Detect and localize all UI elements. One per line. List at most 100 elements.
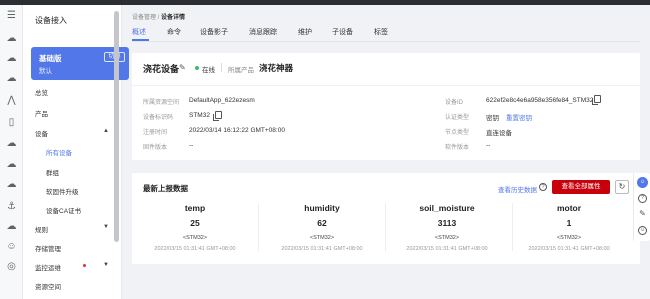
field-label: 固件版本 xyxy=(143,145,168,151)
cloud-icon[interactable]: ☁ xyxy=(6,53,17,64)
anchor-icon[interactable]: ⚓ xyxy=(6,201,17,212)
right-tool-rail: ☺ ? ✎ ☺ xyxy=(633,173,650,241)
view-all-properties-button[interactable]: 查看全部属性 xyxy=(552,180,610,194)
sidebar-item-overview[interactable]: 总览 xyxy=(35,87,48,97)
divider xyxy=(258,203,259,251)
tab-subdevice[interactable]: 子设备 xyxy=(332,27,353,37)
tab-overview[interactable]: 概述 xyxy=(132,27,146,37)
sidebar-item-groups[interactable]: 群组 xyxy=(46,167,59,177)
online-status-dot xyxy=(195,66,199,70)
property-value: 62 xyxy=(317,218,327,228)
chevron-down-icon[interactable]: ▼ xyxy=(103,262,109,268)
sidebar-item-resource-space[interactable]: 资源空间 xyxy=(35,281,61,291)
cloud-icon[interactable]: ☁ xyxy=(6,73,17,84)
sidebar-scrollbar[interactable] xyxy=(114,11,119,242)
cloud-icon[interactable]: ☁ xyxy=(6,138,17,149)
sidebar-item-device[interactable]: 设备 xyxy=(35,128,48,138)
edit-icon[interactable]: ✎ xyxy=(179,63,186,72)
property-value: 3113 xyxy=(437,218,457,228)
tab-tags[interactable]: 标签 xyxy=(374,27,388,37)
divider xyxy=(385,203,386,251)
edition-sub: 默认 xyxy=(39,68,52,75)
property-device: <STM32> xyxy=(556,235,582,241)
property-name: motor xyxy=(556,203,582,213)
field-label: 认证类型 xyxy=(445,115,470,121)
property-name: soil_moisture xyxy=(419,203,475,213)
sidebar: 设备接入 基础版 默认 切换 总览 产品 设备 ▲ 所有设备 群组 软固件升级 … xyxy=(23,5,129,299)
tab-trace[interactable]: 消息跟踪 xyxy=(249,27,277,37)
chevron-up-icon[interactable]: ▲ xyxy=(103,128,109,134)
field-label: 设备ID xyxy=(445,100,464,106)
property-device: <STM32> xyxy=(182,235,208,241)
property-time: 2022/03/15 01:31:41 GMT+08:00 xyxy=(281,246,363,252)
sidebar-item-storage[interactable]: 存储管理 xyxy=(35,243,61,253)
icon-rail: ☰ ☁ ☁ ☁ ⋀ ▯ ☁ ☁ ☁ ⚓ ☁ ☺ ◎ xyxy=(0,5,23,299)
property-value: 1 xyxy=(566,218,572,228)
cloud-icon[interactable]: ☁ xyxy=(6,179,17,190)
device-icon[interactable]: ▯ xyxy=(6,117,17,128)
property-value: 25 xyxy=(190,218,200,228)
auth-type-value: 密钥 xyxy=(486,115,499,122)
alarm-dot xyxy=(83,264,86,267)
tab-command[interactable]: 命令 xyxy=(167,27,181,37)
sidebar-item-rules[interactable]: 规则 xyxy=(35,224,48,234)
tab-divider xyxy=(132,41,640,42)
cloud-icon[interactable]: ☁ xyxy=(6,221,17,232)
cloud-icon[interactable]: ☁ xyxy=(6,33,17,44)
product-label: 所属产品 xyxy=(228,67,254,74)
sidebar-title: 设备接入 xyxy=(35,16,67,25)
sidebar-item-firmware[interactable]: 软固件升级 xyxy=(46,186,79,196)
chevron-down-icon[interactable]: ▼ xyxy=(103,224,109,230)
field-label: 注册时间 xyxy=(143,130,168,136)
breadcrumb-current: 设备详情 xyxy=(161,15,186,21)
face-icon[interactable]: ☺ xyxy=(6,241,17,252)
sidebar-item-all-devices[interactable]: 所有设备 xyxy=(46,147,72,157)
register-time-value: 2022/03/14 16:12:22 GMT+08:00 xyxy=(189,127,285,134)
resource-space-value: DefaultApp_622ezesm xyxy=(189,97,255,104)
property-device: <STM32> xyxy=(434,235,460,241)
node-id-value: STM32 xyxy=(189,112,210,119)
help-icon[interactable]: ? xyxy=(539,183,547,191)
node-type-value: 直连设备 xyxy=(486,130,512,137)
globe-icon[interactable]: ◎ xyxy=(6,261,17,272)
section-title: 最新上报数据 xyxy=(143,184,188,193)
device-status: 在线 xyxy=(202,67,215,74)
sidebar-item-monitoring[interactable]: 监控运维 xyxy=(35,262,61,272)
device-name: 浇花设备 xyxy=(143,64,180,74)
latest-data-card: 最新上报数据 查看历史数据 ? 查看全部属性 ↻ temp 25 <STM32>… xyxy=(132,173,640,264)
breadcrumb-parent[interactable]: 设备管理 xyxy=(132,15,156,21)
software-version-value: -- xyxy=(486,142,491,149)
copy-icon[interactable] xyxy=(213,111,222,121)
reset-secret-link[interactable]: 重置密钥 xyxy=(506,112,532,122)
menu-icon[interactable]: ☰ xyxy=(6,10,17,21)
copy-icon[interactable] xyxy=(592,95,601,105)
divider xyxy=(221,63,222,72)
sidebar-item-ca-cert[interactable]: 设备CA证书 xyxy=(46,205,81,215)
refresh-icon[interactable]: ↻ xyxy=(615,180,629,194)
firmware-version-value: -- xyxy=(189,142,194,149)
property-name: temp xyxy=(184,203,206,213)
device-info-card: 浇花设备 ✎ 在线 所属产品 浇花神器 所属资源空间 DefaultApp_62… xyxy=(132,53,640,160)
network-icon[interactable]: ⋀ xyxy=(6,95,17,106)
property-time: 2022/03/15 01:31:41 GMT+08:00 xyxy=(528,246,610,252)
field-label: 所属资源空间 xyxy=(143,100,180,106)
view-history-link[interactable]: 查看历史数据 xyxy=(498,184,537,194)
tab-maintenance[interactable]: 维护 xyxy=(298,27,312,37)
help-icon[interactable]: ? xyxy=(638,194,647,203)
field-label: 软件版本 xyxy=(445,145,470,151)
edit-icon[interactable]: ✎ xyxy=(638,210,647,219)
property-device: <STM32> xyxy=(309,235,335,241)
property-name: humidity xyxy=(304,203,340,213)
field-label: 设备标识码 xyxy=(143,115,174,121)
cloud-icon[interactable]: ☁ xyxy=(6,159,17,170)
property-time: 2022/03/15 01:31:41 GMT+08:00 xyxy=(154,246,236,252)
property-time: 2022/03/15 01:31:41 GMT+08:00 xyxy=(406,246,488,252)
device-id-value: 622ef2e8c4e6a958e356fe84_STM32 xyxy=(486,97,594,104)
sidebar-item-product[interactable]: 产品 xyxy=(35,108,48,118)
smile-icon[interactable]: ☺ xyxy=(638,226,647,235)
breadcrumb: 设备管理 / 设备详情 xyxy=(132,12,185,21)
tab-shadow[interactable]: 设备影子 xyxy=(200,27,228,37)
chat-icon[interactable]: ☺ xyxy=(637,177,648,188)
card-divider xyxy=(132,85,640,86)
field-label: 节点类型 xyxy=(445,130,470,136)
